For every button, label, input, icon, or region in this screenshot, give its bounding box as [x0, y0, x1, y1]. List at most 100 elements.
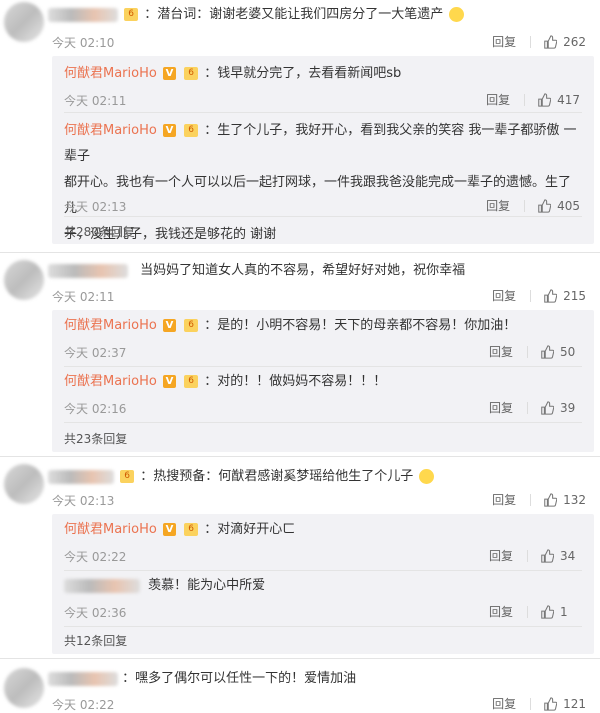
thumbs-up-icon[interactable] [537, 92, 552, 107]
avatar[interactable] [4, 260, 44, 300]
avatar[interactable] [4, 668, 44, 708]
like-count: 50 [560, 344, 576, 359]
user-name[interactable] [48, 469, 114, 484]
reply-time: 今天 02:22 [64, 550, 127, 564]
divider [64, 570, 582, 571]
like-count: 1 [560, 604, 568, 619]
reply-actions: 回复 34 [489, 547, 580, 564]
comment-divider [0, 658, 600, 659]
user-name[interactable] [48, 671, 118, 686]
thumbs-up-icon[interactable] [537, 198, 552, 213]
thumbs-up-icon[interactable] [540, 604, 554, 619]
comment-item: 6 ：热搜预备：何猷君感谢奚梦瑶给他生了个儿子 今天 02:13 回复 132 … [0, 458, 600, 654]
divider [527, 345, 528, 358]
like-count: 262 [563, 34, 586, 49]
verified-v-icon: V [162, 319, 176, 332]
reply-user-name[interactable] [64, 578, 140, 593]
reply-button[interactable]: 回复 [492, 491, 516, 508]
divider [530, 697, 532, 710]
user-name[interactable] [48, 263, 128, 278]
reply-user-name[interactable]: 何猷君MarioHo [64, 123, 157, 138]
comment-time: 今天 02:11 [52, 290, 115, 304]
divider [64, 366, 582, 367]
rank-badge-icon: 6 [120, 470, 135, 483]
reply-item: 何猷君MarioHo V 6 ：钱早就分完了，去看看新闻吧sb 今天 02:11… [64, 62, 594, 112]
thumbs-up-icon[interactable] [540, 344, 554, 359]
user-name[interactable] [48, 7, 118, 22]
divider [527, 401, 528, 414]
reply-text: ：对的！！做妈妈不容易！！！ [204, 374, 387, 389]
reply-button[interactable]: 回复 [492, 695, 516, 712]
divider [524, 199, 526, 212]
reply-user-name[interactable]: 何猷君MarioHo [64, 374, 157, 389]
comment-text: ：潜台词：谢谢老婆又能让我们四房分了一大笔遗产 [144, 7, 444, 22]
reply-time: 今天 02:13 [64, 200, 127, 214]
reply-button[interactable]: 回复 [492, 33, 516, 50]
avatar[interactable] [4, 464, 44, 504]
thumbs-up-icon[interactable] [543, 288, 558, 303]
thumbs-up-icon[interactable] [543, 492, 558, 507]
reply-text: ：是的！小明不容易！天下的母亲都不容易！你加油！ [204, 318, 517, 333]
comment-actions: 回复 215 [492, 287, 586, 304]
reply-actions: 回复 417 [486, 91, 580, 108]
thumbs-up-icon[interactable] [540, 548, 554, 563]
reply-user-name[interactable]: 何猷君MarioHo [64, 318, 157, 333]
comment-divider [0, 456, 600, 457]
comment-time: 今天 02:13 [52, 494, 115, 508]
reply-actions: 回复 39 [489, 399, 580, 416]
comment-actions: 回复 132 [492, 491, 586, 508]
like-count: 215 [563, 288, 586, 303]
comment-time: 今天 02:10 [52, 36, 115, 50]
reply-text: ：钱早就分完了，去看看新闻吧sb [204, 66, 402, 81]
like-count: 39 [560, 400, 576, 415]
like-count: 417 [557, 92, 580, 107]
rank-badge-icon: 6 [184, 523, 199, 536]
reply-button[interactable]: 回复 [486, 197, 510, 214]
thumbs-up-icon[interactable] [543, 696, 558, 711]
reply-item: 何猷君MarioHo V 6 ：对滴好开心ㄈ 今天 02:22 回复 34 [64, 518, 594, 568]
reply-text: ：对滴好开心ㄈ [204, 522, 296, 537]
comment-item: ：嘿多了偶尔可以任性一下的！爱情加油 今天 02:22 回复 121 [0, 660, 600, 713]
comment-time: 今天 02:22 [52, 698, 115, 712]
reply-text-line: 子，没生儿子，我钱还是够花的 谢谢 [64, 227, 277, 242]
divider [530, 35, 532, 48]
reply-button[interactable]: 回复 [486, 91, 510, 108]
more-replies-link[interactable]: 共280条回复 [64, 223, 135, 240]
divider [530, 289, 532, 302]
reply-button[interactable]: 回复 [489, 603, 513, 620]
reply-actions: 回复 1 [489, 603, 580, 620]
reply-button[interactable]: 回复 [492, 287, 516, 304]
like-count: 405 [557, 198, 580, 213]
smile-emoji-icon [419, 469, 435, 484]
divider [64, 626, 582, 627]
comment-actions: 回复 262 [492, 33, 586, 50]
rank-badge-icon: 6 [184, 67, 199, 80]
reply-user-name[interactable]: 何猷君MarioHo [64, 66, 157, 81]
reply-text: 羡慕！能为心中所爱 [148, 578, 266, 593]
more-replies-link[interactable]: 共12条回复 [64, 632, 127, 649]
thumbs-up-icon[interactable] [540, 400, 554, 415]
rank-badge-icon: 6 [184, 319, 199, 332]
verified-v-icon: V [162, 124, 176, 137]
rank-badge-icon: 6 [184, 375, 199, 388]
rank-badge-icon: 6 [124, 8, 139, 21]
reply-button[interactable]: 回复 [489, 547, 513, 564]
divider [524, 93, 526, 106]
reply-user-name[interactable]: 何猷君MarioHo [64, 522, 157, 537]
reply-thread: 何猷君MarioHo V 6 ：钱早就分完了，去看看新闻吧sb 今天 02:11… [52, 56, 594, 244]
comment-text: 当妈妈了知道女人真的不容易，希望好好对她，祝你幸福 [140, 263, 466, 278]
reply-thread: 何猷君MarioHo V 6 ：是的！小明不容易！天下的母亲都不容易！你加油！ … [52, 310, 594, 452]
comment-divider [0, 252, 600, 253]
divider [64, 112, 582, 113]
reply-time: 今天 02:37 [64, 346, 127, 360]
reply-button[interactable]: 回复 [489, 343, 513, 360]
reply-actions: 回复 405 [486, 197, 580, 214]
avatar[interactable] [4, 2, 44, 42]
smile-emoji-icon [449, 7, 465, 22]
reply-item: 何猷君MarioHo V 6 ：是的！小明不容易！天下的母亲都不容易！你加油！ … [64, 314, 594, 364]
reply-button[interactable]: 回复 [489, 399, 513, 416]
like-count: 132 [563, 492, 586, 507]
thumbs-up-icon[interactable] [543, 34, 558, 49]
more-replies-link[interactable]: 共23条回复 [64, 430, 127, 447]
rank-badge-icon: 6 [184, 124, 199, 137]
